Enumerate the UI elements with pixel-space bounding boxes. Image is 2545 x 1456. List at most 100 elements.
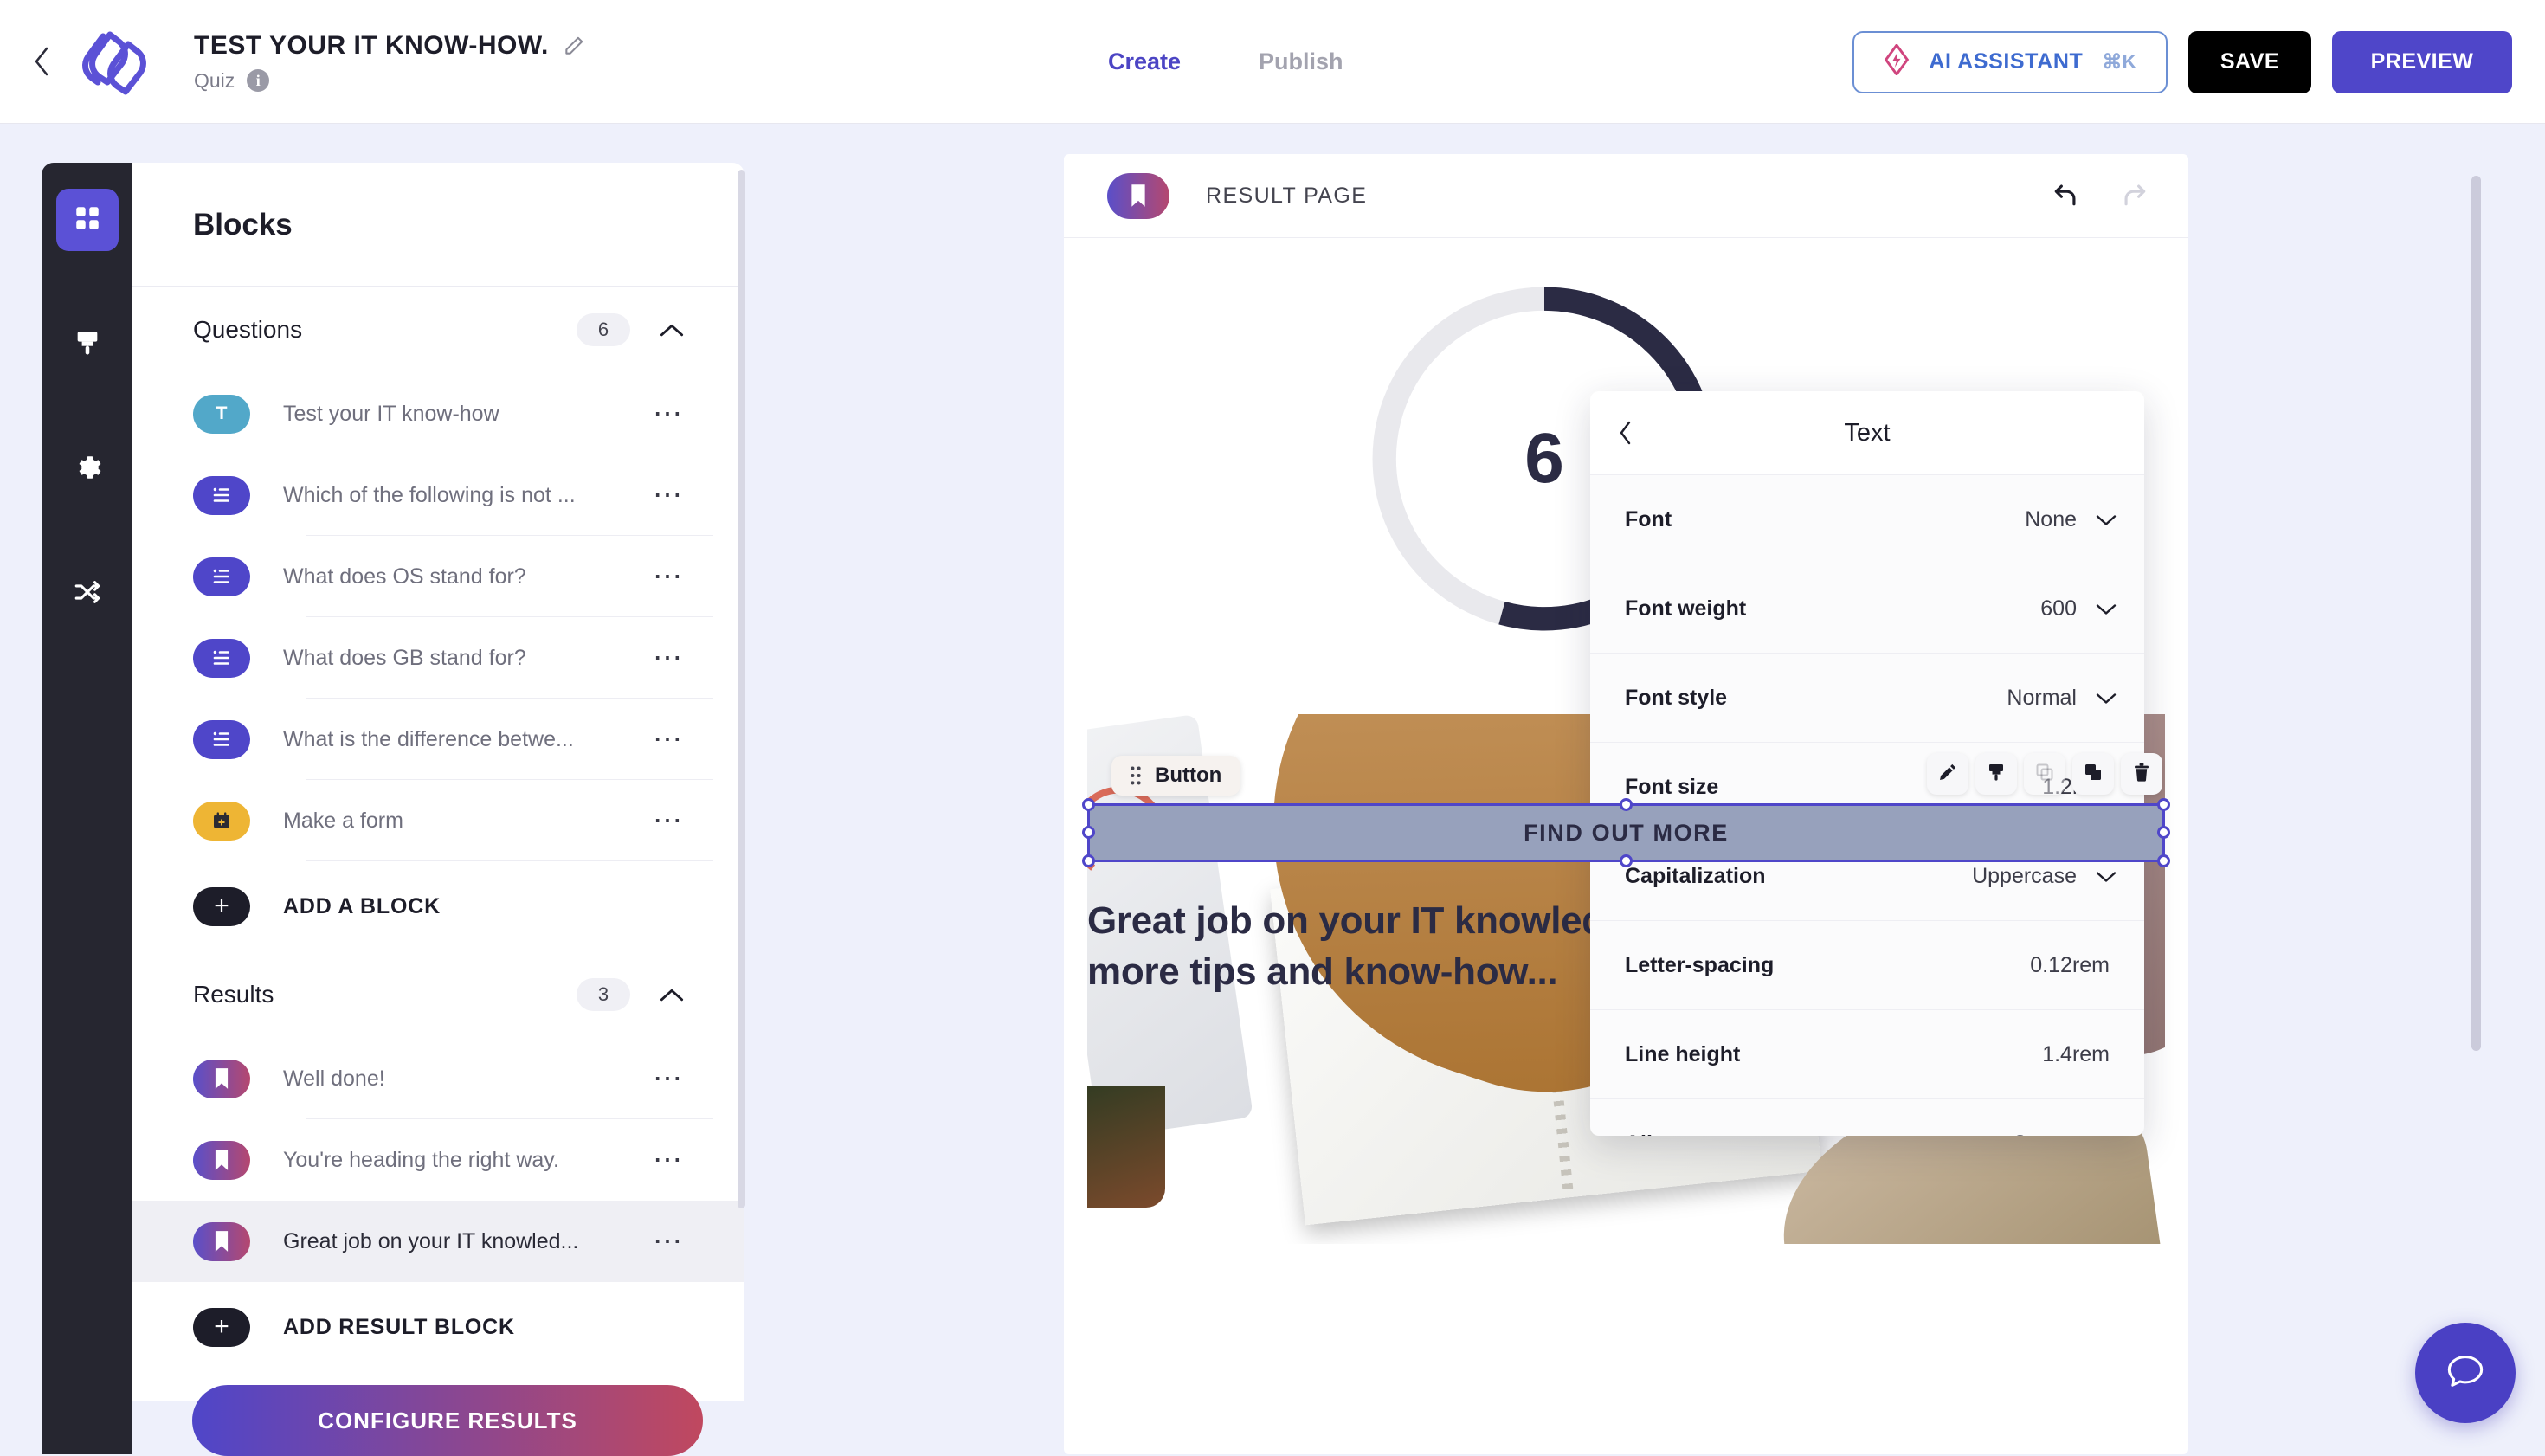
setting-value[interactable]: 0.12rem [2030, 953, 2110, 978]
chevron-up-icon[interactable] [660, 987, 684, 1002]
chevron-left-icon[interactable] [1606, 413, 1646, 453]
setting-label: Alignment [1625, 1131, 2012, 1137]
tab-publish[interactable]: Publish [1259, 48, 1343, 75]
trash-icon [2131, 762, 2152, 787]
redo-icon[interactable] [2121, 183, 2150, 209]
tab-create[interactable]: Create [1108, 48, 1181, 75]
setting-value: Uppercase [1972, 863, 2077, 888]
canvas-scrollbar[interactable] [2471, 176, 2481, 1051]
chevron-down-icon[interactable] [2096, 513, 2117, 526]
resize-handle-bc[interactable] [1619, 854, 1633, 867]
section-count-results: 3 [577, 978, 630, 1011]
setting-label: Capitalization [1625, 863, 1766, 888]
page-title: TEST YOUR IT KNOW-HOW. [194, 31, 585, 61]
ellipsis-icon[interactable]: ⋯ [653, 643, 684, 673]
resize-handle-mr[interactable] [2157, 826, 2170, 839]
drag-handle-icon [1131, 766, 1141, 785]
ellipsis-icon[interactable]: ⋯ [653, 562, 684, 591]
style-element-button[interactable] [1975, 753, 2017, 795]
configure-results-button[interactable]: CONFIGURE RESULTS [192, 1385, 703, 1456]
duplicate-icon [2083, 762, 2104, 787]
list-item[interactable]: Well done! ⋯ [132, 1038, 744, 1119]
add-a-block-button[interactable]: + ADD A BLOCK [132, 861, 744, 951]
resize-handle-tc[interactable] [1619, 798, 1633, 811]
choice-block-icon [193, 557, 250, 596]
setting-row-font[interactable]: Font None [1590, 474, 2144, 564]
ellipsis-icon[interactable]: ⋯ [653, 1145, 684, 1175]
form-block-icon [193, 801, 250, 841]
resize-handle-tr[interactable] [2157, 798, 2170, 811]
ellipsis-icon[interactable]: ⋯ [653, 1227, 684, 1256]
setting-row-font-weight[interactable]: Font weight 600 [1590, 564, 2144, 653]
edit-element-button[interactable] [1927, 753, 1968, 795]
ai-assistant-button[interactable]: AI ASSISTANT ⌘K [1852, 30, 2168, 93]
list-item-label: Which of the following is not ... [283, 482, 576, 507]
setting-row-font-style[interactable]: Font style Normal [1590, 653, 2144, 742]
ellipsis-icon[interactable]: ⋯ [653, 1064, 684, 1093]
rail-item-design[interactable] [56, 313, 119, 376]
list-item[interactable]: What does OS stand for? ⋯ [132, 536, 744, 617]
gear-icon [73, 453, 102, 486]
quiz-type-label: Quiz [194, 68, 235, 92]
list-item[interactable]: You're heading the right way. ⋯ [132, 1119, 744, 1201]
list-item-label: Test your IT know-how [283, 401, 499, 426]
rail-item-settings[interactable] [56, 438, 119, 500]
chevron-up-icon[interactable] [660, 322, 684, 338]
brand-logo-icon[interactable] [64, 23, 159, 100]
quiz-title-block: TEST YOUR IT KNOW-HOW. Quiz i [194, 31, 585, 93]
chevron-down-icon[interactable] [2096, 602, 2117, 615]
list-item[interactable]: What does GB stand for? ⋯ [132, 617, 744, 699]
chevron-down-icon[interactable] [2096, 692, 2117, 705]
preview-button[interactable]: PREVIEW [2332, 30, 2512, 93]
setting-value: None [2025, 506, 2077, 532]
ellipsis-icon[interactable]: ⋯ [653, 806, 684, 835]
setting-value: Center [2012, 1131, 2077, 1137]
delete-element-button[interactable] [2121, 753, 2162, 795]
canvas-preview: RESULT PAGE 6 Button FIND OUT MORE Great… [1064, 154, 2188, 1454]
list-item[interactable]: Great job on your IT knowled... ⋯ [132, 1201, 744, 1282]
setting-value[interactable]: 1.4rem [2042, 1042, 2110, 1067]
setting-row-alignment[interactable]: Alignment Center [1590, 1098, 2144, 1136]
ellipsis-icon[interactable]: ⋯ [653, 399, 684, 428]
quiz-title-text: TEST YOUR IT KNOW-HOW. [194, 30, 549, 60]
list-item[interactable]: What is the difference betwe... ⋯ [132, 699, 744, 780]
element-drag-handle[interactable]: Button [1111, 756, 1241, 796]
list-item[interactable]: Make a form ⋯ [132, 780, 744, 861]
pencil-icon[interactable] [563, 35, 585, 57]
pencil-icon [1937, 762, 1958, 787]
resize-handle-br[interactable] [2157, 854, 2170, 867]
resize-handle-tl[interactable] [1082, 798, 1095, 811]
panel-title: Blocks [193, 208, 293, 242]
rail-item-logic[interactable] [56, 563, 119, 625]
setting-row-letter-spacing[interactable]: Letter-spacing 0.12rem [1590, 920, 2144, 1009]
setting-label: Font style [1625, 685, 1728, 710]
chat-support-button[interactable] [2415, 1323, 2516, 1423]
choice-block-icon [193, 719, 250, 759]
top-bar: TEST YOUR IT KNOW-HOW. Quiz i Create Pub… [0, 0, 2545, 124]
info-icon[interactable]: i [247, 69, 270, 92]
paint-brush-icon [73, 328, 102, 362]
undo-icon[interactable] [2050, 183, 2079, 209]
selected-button-element[interactable]: FIND OUT MORE [1082, 798, 2170, 867]
add-result-block-label: ADD RESULT BLOCK [283, 1314, 515, 1339]
section-name-questions: Questions [193, 316, 303, 343]
resize-handle-ml[interactable] [1082, 826, 1095, 839]
ellipsis-icon[interactable]: ⋯ [653, 725, 684, 754]
save-button[interactable]: SAVE [2188, 30, 2311, 93]
top-bar-actions: AI ASSISTANT ⌘K SAVE PREVIEW [1852, 0, 2512, 124]
chat-bubble-icon [2441, 1347, 2490, 1400]
layers-button [2024, 753, 2065, 795]
rail-item-blocks[interactable] [55, 189, 119, 251]
list-item[interactable]: T Test your IT know-how ⋯ [132, 373, 744, 454]
chevron-down-icon[interactable] [2096, 870, 2117, 883]
list-item[interactable]: Which of the following is not ... ⋯ [132, 454, 744, 536]
duplicate-element-button[interactable] [2072, 753, 2114, 795]
panel-scrollbar[interactable] [738, 170, 745, 1208]
ai-assistant-label: AI ASSISTANT [1929, 49, 2084, 74]
add-result-block-button[interactable]: + ADD RESULT BLOCK [132, 1282, 744, 1372]
ellipsis-icon[interactable]: ⋯ [653, 480, 684, 510]
back-chevron-icon[interactable] [26, 46, 57, 77]
resize-handle-bl[interactable] [1082, 854, 1095, 867]
setting-row-line-height[interactable]: Line height 1.4rem [1590, 1009, 2144, 1098]
main-nav-tabs: Create Publish [1108, 0, 1343, 124]
